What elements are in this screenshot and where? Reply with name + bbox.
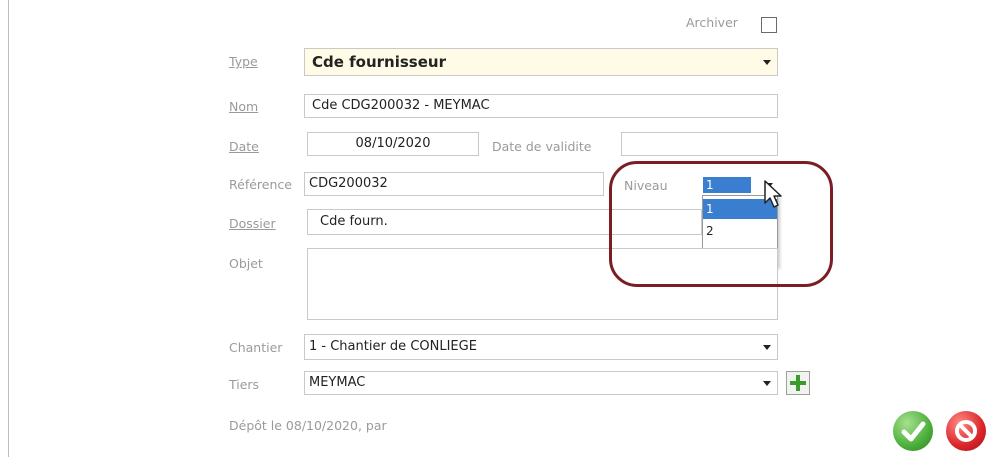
add-tiers-button[interactable] bbox=[786, 371, 810, 395]
nom-value: Cde CDG200032 - MEYMAC bbox=[312, 98, 490, 113]
date-value: 08/10/2020 bbox=[355, 136, 431, 151]
date-label[interactable]: Date bbox=[229, 139, 259, 154]
plus-icon bbox=[790, 375, 806, 391]
dossier-label[interactable]: Dossier bbox=[229, 216, 276, 231]
reference-field[interactable]: CDG200032 bbox=[304, 172, 604, 196]
reference-label: Référence bbox=[229, 177, 292, 192]
chantier-select[interactable]: 1 - Chantier de CONLIEGE bbox=[304, 334, 778, 360]
date-field[interactable]: 08/10/2020 bbox=[307, 132, 479, 156]
cancel-button[interactable] bbox=[946, 411, 986, 451]
type-select[interactable]: Cde fournisseur bbox=[304, 48, 778, 76]
nom-label[interactable]: Nom bbox=[229, 99, 258, 114]
window-left-border bbox=[8, 0, 9, 457]
nom-field[interactable]: Cde CDG200032 - MEYMAC bbox=[304, 94, 778, 118]
chevron-down-icon bbox=[763, 345, 771, 350]
type-value: Cde fournisseur bbox=[312, 53, 446, 71]
chantier-value: 1 - Chantier de CONLIEGE bbox=[309, 339, 477, 354]
archive-label: Archiver bbox=[686, 15, 738, 30]
reference-value: CDG200032 bbox=[309, 176, 388, 191]
highlight-annotation bbox=[609, 161, 833, 287]
depot-text: Dépôt le 08/10/2020, par bbox=[229, 418, 387, 433]
chevron-down-icon bbox=[763, 381, 771, 386]
chevron-down-icon bbox=[763, 60, 771, 65]
validate-button[interactable] bbox=[893, 411, 933, 451]
mouse-cursor-icon bbox=[764, 180, 782, 208]
tiers-label: Tiers bbox=[229, 377, 260, 392]
chantier-label: Chantier bbox=[229, 340, 283, 355]
objet-label: Objet bbox=[229, 256, 263, 271]
archive-checkbox[interactable] bbox=[761, 17, 777, 33]
validity-date-label: Date de validite bbox=[492, 139, 592, 154]
validity-date-field[interactable] bbox=[621, 132, 778, 156]
tiers-select[interactable]: MEYMAC bbox=[304, 371, 778, 395]
tiers-value: MEYMAC bbox=[309, 375, 366, 390]
dossier-value: Cde fourn. bbox=[320, 214, 388, 229]
checkmark-icon bbox=[901, 421, 926, 442]
cancel-icon bbox=[955, 420, 977, 442]
type-label[interactable]: Type bbox=[229, 54, 258, 69]
